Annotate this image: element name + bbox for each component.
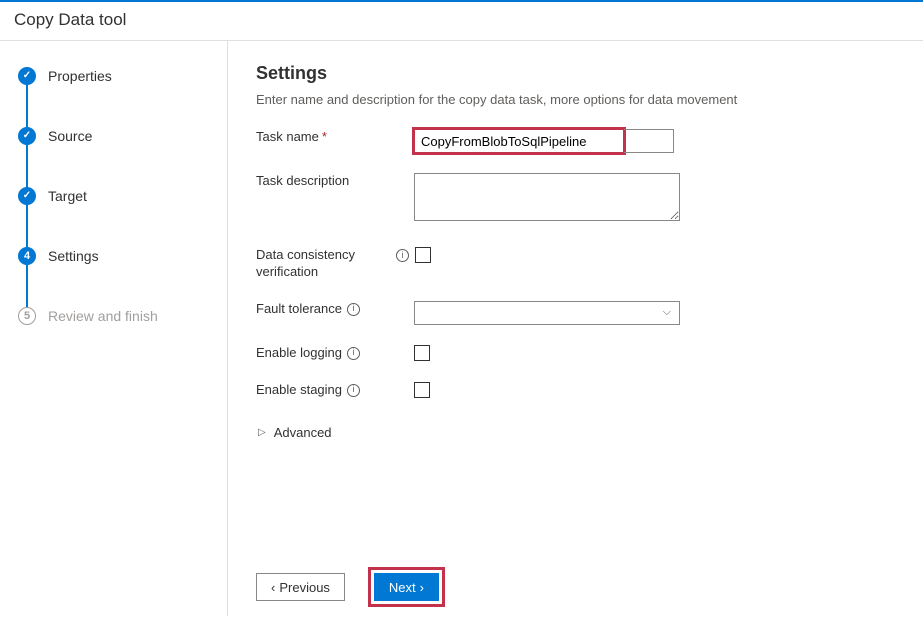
chevron-right-icon: ›	[420, 580, 424, 595]
input-extension	[624, 129, 674, 153]
next-button-highlight: Next ›	[371, 570, 442, 604]
main-panel: Settings Enter name and description for …	[228, 41, 923, 616]
info-icon[interactable]: i	[396, 249, 409, 262]
step-label: Target	[48, 188, 87, 204]
header-bar: Copy Data tool	[0, 0, 923, 41]
advanced-toggle[interactable]: ▷ Advanced	[258, 425, 895, 440]
task-desc-label: Task description	[256, 173, 414, 190]
step-label: Review and finish	[48, 308, 158, 324]
step-settings[interactable]: 4 Settings	[18, 247, 217, 265]
button-label: Previous	[279, 580, 330, 595]
task-name-label: Task name *	[256, 129, 414, 146]
fault-label: Fault tolerance i	[256, 301, 414, 318]
previous-button[interactable]: ‹ Previous	[256, 573, 345, 601]
step-number-icon: 4	[18, 247, 36, 265]
wizard-footer: ‹ Previous Next ›	[256, 554, 895, 604]
row-staging: Enable staging i	[256, 382, 895, 399]
row-task-name: Task name *	[256, 129, 895, 153]
dcv-control: i	[396, 247, 895, 263]
row-dcv: Data consistency verification i	[256, 247, 895, 281]
info-icon[interactable]: i	[347, 347, 360, 360]
task-desc-control	[414, 173, 895, 221]
label-text: Task name	[256, 129, 319, 146]
fault-control: ⌵	[414, 301, 895, 325]
task-name-control	[414, 129, 895, 153]
triangle-right-icon: ▷	[258, 427, 266, 438]
step-target[interactable]: ✓ Target	[18, 187, 217, 205]
label-text: Enable staging	[256, 382, 342, 399]
row-logging: Enable logging i	[256, 345, 895, 362]
page-title: Copy Data tool	[14, 10, 909, 30]
staging-checkbox[interactable]	[414, 382, 430, 398]
step-label: Settings	[48, 248, 99, 264]
chevron-down-icon: ⌵	[663, 306, 671, 319]
info-icon[interactable]: i	[347, 384, 360, 397]
required-asterisk: *	[322, 129, 327, 146]
dcv-label: Data consistency verification	[256, 247, 396, 281]
advanced-label: Advanced	[274, 425, 332, 440]
settings-subtext: Enter name and description for the copy …	[256, 92, 895, 107]
label-text: Fault tolerance	[256, 301, 342, 318]
staging-label: Enable staging i	[256, 382, 414, 399]
wizard-sidebar: ✓ Properties ✓ Source ✓ Target 4 Setting…	[0, 41, 228, 616]
button-label: Next	[389, 580, 416, 595]
task-name-input[interactable]	[414, 129, 624, 153]
logging-checkbox[interactable]	[414, 345, 430, 361]
task-description-input[interactable]	[414, 173, 680, 221]
step-review[interactable]: 5 Review and finish	[18, 307, 217, 325]
label-text: Enable logging	[256, 345, 342, 362]
chevron-left-icon: ‹	[271, 580, 275, 595]
main-layout: ✓ Properties ✓ Source ✓ Target 4 Setting…	[0, 41, 923, 616]
check-icon: ✓	[18, 127, 36, 145]
step-properties[interactable]: ✓ Properties	[18, 67, 217, 85]
check-icon: ✓	[18, 187, 36, 205]
settings-heading: Settings	[256, 63, 895, 84]
info-icon[interactable]: i	[347, 303, 360, 316]
step-number-icon: 5	[18, 307, 36, 325]
step-source[interactable]: ✓ Source	[18, 127, 217, 145]
next-button[interactable]: Next ›	[374, 573, 439, 601]
check-icon: ✓	[18, 67, 36, 85]
row-fault-tolerance: Fault tolerance i ⌵	[256, 301, 895, 325]
step-label: Properties	[48, 68, 112, 84]
logging-label: Enable logging i	[256, 345, 414, 362]
logging-control	[414, 345, 895, 361]
step-label: Source	[48, 128, 92, 144]
fault-tolerance-select[interactable]: ⌵	[414, 301, 680, 325]
staging-control	[414, 382, 895, 398]
dcv-checkbox[interactable]	[415, 247, 431, 263]
row-task-desc: Task description	[256, 173, 895, 221]
